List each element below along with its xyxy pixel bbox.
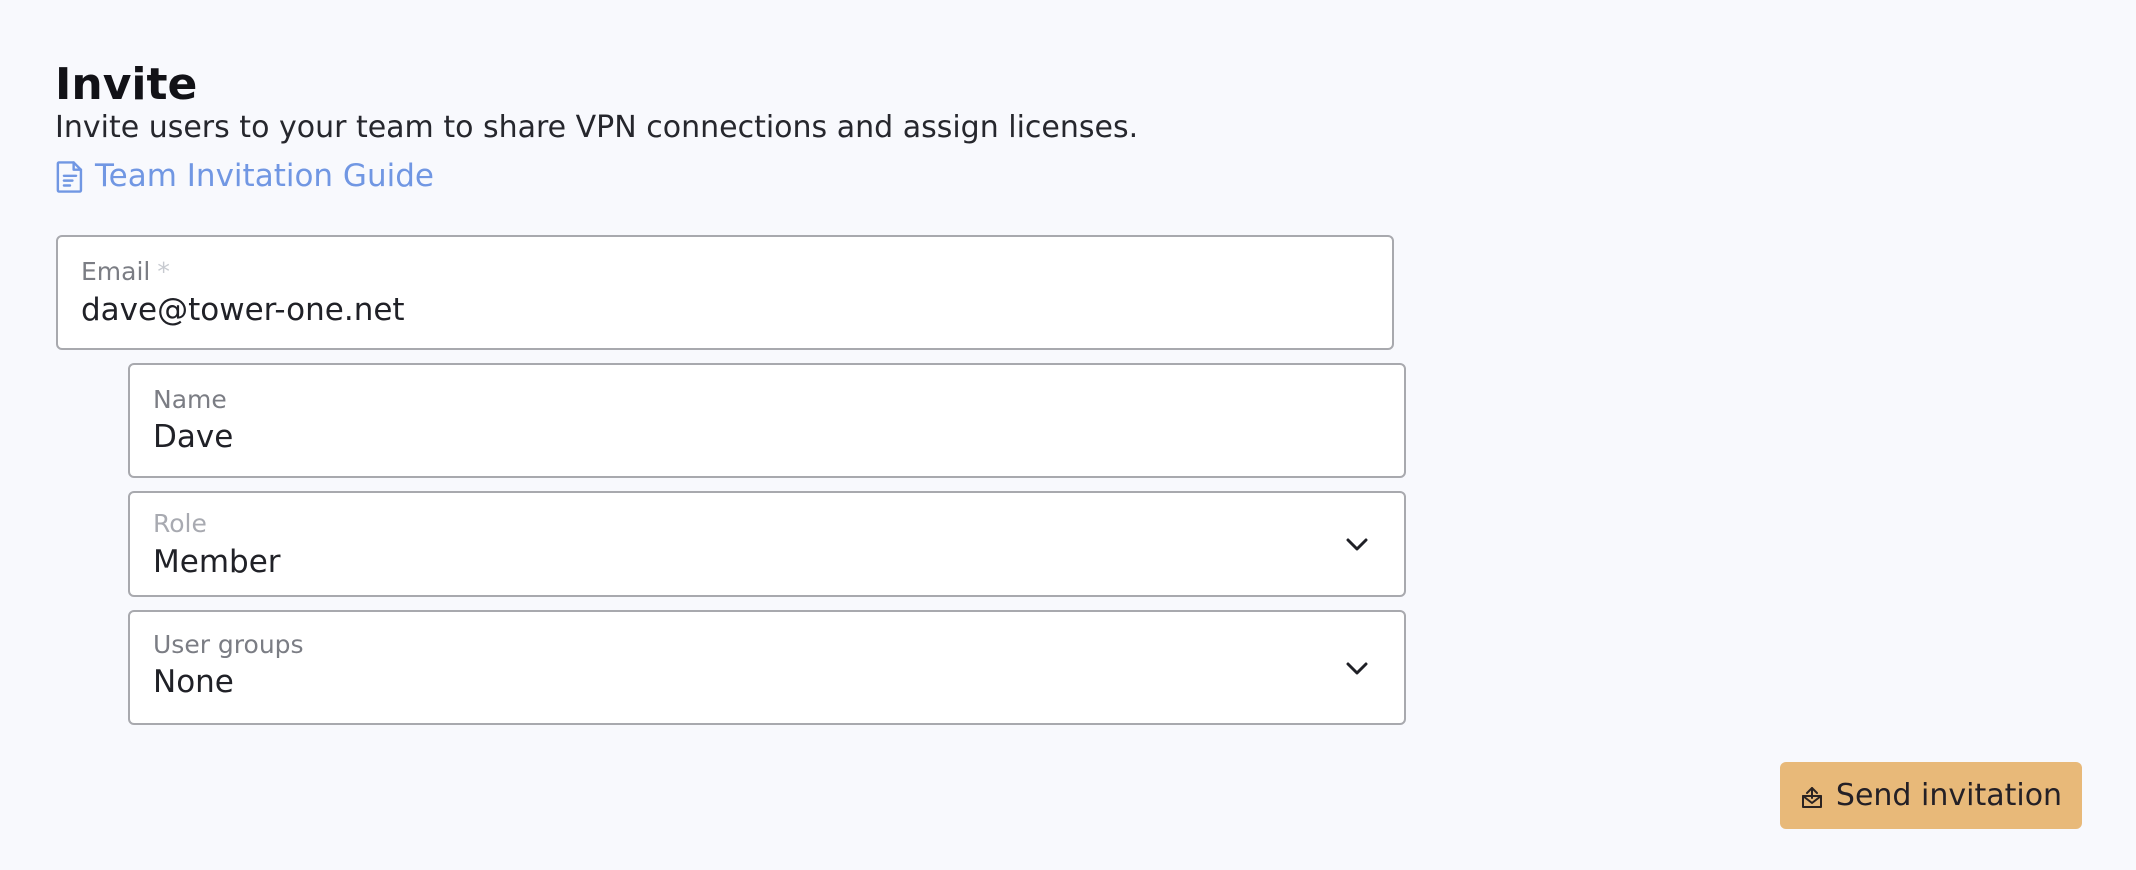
role-label: Role (153, 509, 207, 538)
email-label: Email * (81, 259, 170, 284)
required-marker: * (157, 257, 170, 286)
name-value[interactable]: Dave (153, 422, 233, 453)
email-label-text: Email (81, 257, 151, 286)
user-groups-selected-value[interactable]: None (153, 667, 234, 698)
page-title: Invite (55, 59, 198, 111)
team-invitation-guide-label: Team Invitation Guide (95, 158, 434, 194)
user-groups-label: User groups (153, 630, 304, 659)
name-label: Name (153, 385, 227, 414)
role-selected-value[interactable]: Member (153, 547, 281, 578)
send-invitation-button[interactable]: Send invitation (1780, 762, 2082, 829)
mail-send-icon (1800, 783, 1824, 809)
document-icon (55, 160, 85, 194)
send-invitation-label: Send invitation (1835, 778, 2063, 813)
page-description: Invite users to your team to share VPN c… (55, 110, 1139, 145)
email-value[interactable]: dave@tower-one.net (81, 295, 405, 326)
role-select[interactable]: Role Member (128, 491, 1406, 597)
user-groups-select[interactable]: User groups None (128, 610, 1406, 725)
team-invitation-guide-link[interactable]: Team Invitation Guide (55, 158, 434, 195)
chevron-down-icon[interactable] (1346, 661, 1368, 675)
chevron-down-icon[interactable] (1346, 537, 1368, 551)
name-field[interactable]: Name Dave (128, 363, 1406, 478)
email-field[interactable]: Email * dave@tower-one.net (56, 235, 1394, 350)
